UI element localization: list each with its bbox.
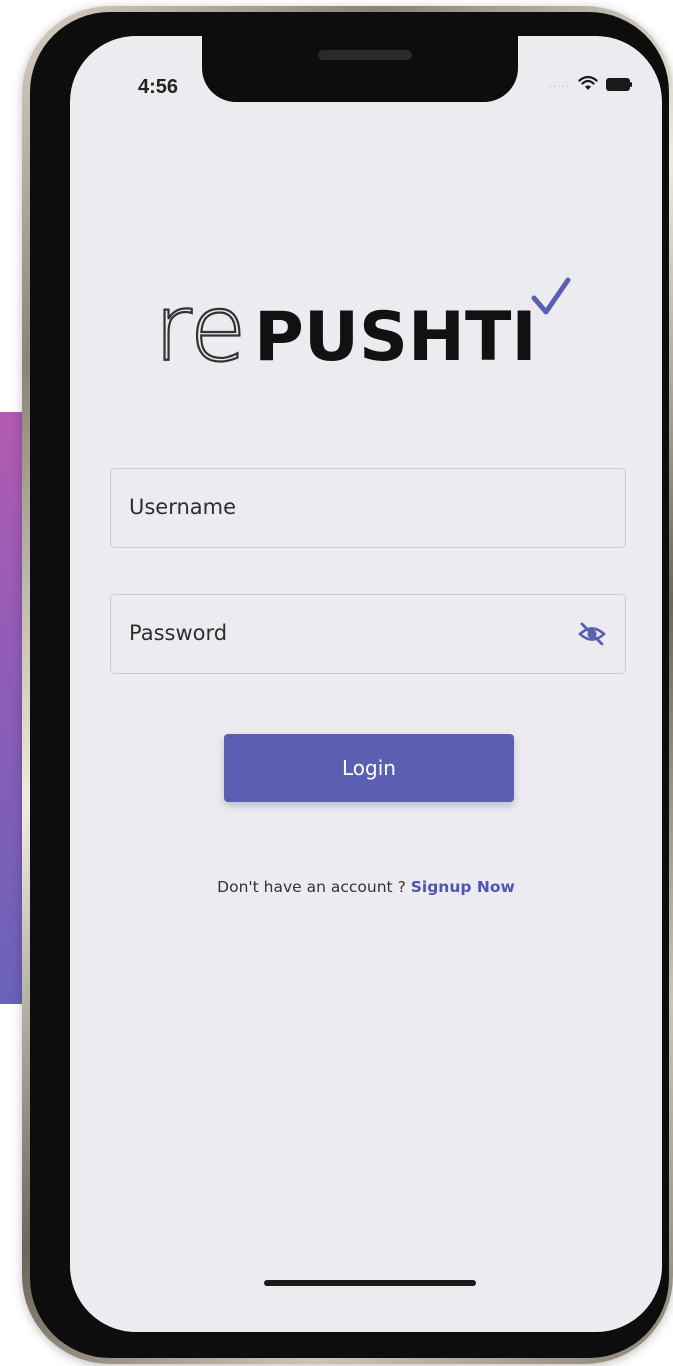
notch-speaker <box>318 50 412 60</box>
password-field[interactable] <box>110 594 626 674</box>
logo-prefix: re <box>154 275 246 382</box>
username-field[interactable] <box>110 468 626 548</box>
signal-indicator: ..... <box>549 78 570 90</box>
wifi-icon <box>578 76 598 92</box>
repushti-logo: re PUSHTI <box>153 272 574 383</box>
phone-screen: 4:56 ..... re PUSHTI Username Login Don'… <box>70 36 662 1332</box>
status-time: 4:56 <box>138 76 179 98</box>
login-button[interactable]: Login <box>224 734 514 802</box>
signup-now-link[interactable]: Signup Now <box>411 878 515 896</box>
eye-off-icon[interactable] <box>577 619 607 649</box>
logo-check-icon <box>531 277 571 315</box>
status-icons: ..... <box>549 76 632 92</box>
signup-prompt-line: Don't have an account ? Signup Now <box>70 878 662 896</box>
signup-prompt-text: Don't have an account ? <box>217 878 406 896</box>
password-input[interactable] <box>129 595 549 671</box>
logo-graphic: re PUSHTI <box>153 274 571 383</box>
username-input[interactable] <box>129 469 549 545</box>
mockup-stage: 4:56 ..... re PUSHTI Username Login Don'… <box>0 0 673 1366</box>
phone-notch <box>202 36 518 102</box>
home-indicator <box>264 1280 476 1286</box>
battery-icon <box>606 77 632 91</box>
logo-brand: PUSHTI <box>254 298 537 377</box>
